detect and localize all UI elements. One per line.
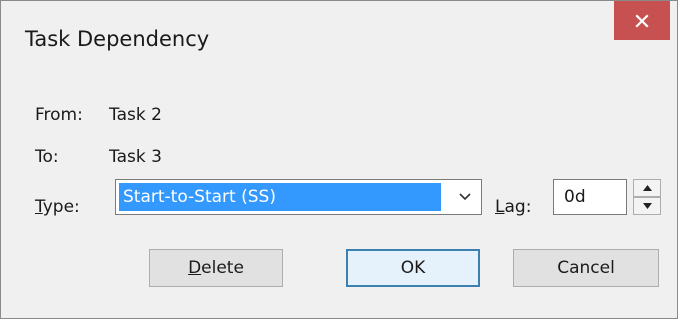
chevron-down-icon xyxy=(459,193,471,201)
dropdown-arrow-button[interactable] xyxy=(450,180,480,214)
dialog-title: Task Dependency xyxy=(25,27,210,51)
spin-up-icon xyxy=(642,185,652,191)
from-value: Task 2 xyxy=(109,105,162,125)
close-button[interactable] xyxy=(614,1,670,40)
ok-button[interactable]: OK xyxy=(346,249,480,287)
task-dependency-dialog: Task Dependency From: Task 2 To: Task 3 … xyxy=(0,0,678,319)
delete-button[interactable]: Delete xyxy=(149,249,283,287)
lag-input[interactable]: 0d xyxy=(553,179,627,215)
lag-increment-button[interactable] xyxy=(633,179,661,197)
type-label-rest: ype: xyxy=(42,197,80,217)
delete-accel: D xyxy=(188,258,202,278)
cancel-button[interactable]: Cancel xyxy=(513,249,659,287)
lag-label: Lag: xyxy=(495,197,531,217)
ok-label: OK xyxy=(400,258,426,278)
spin-down-icon xyxy=(642,203,652,209)
cancel-label: Cancel xyxy=(557,258,615,278)
lag-decrement-button[interactable] xyxy=(633,197,661,215)
dependency-type-select[interactable]: Start-to-Start (SS) xyxy=(115,179,482,215)
to-label: To: xyxy=(35,147,59,167)
type-label-accel: T xyxy=(35,197,43,217)
lag-label-rest: ag: xyxy=(504,197,532,217)
dependency-type-value: Start-to-Start (SS) xyxy=(119,183,441,211)
delete-label-rest: elete xyxy=(201,258,244,278)
to-value: Task 3 xyxy=(109,147,162,167)
close-icon xyxy=(635,13,649,28)
from-label: From: xyxy=(35,105,83,125)
title-bar: Task Dependency xyxy=(1,1,677,86)
type-label: Type: xyxy=(35,197,80,217)
